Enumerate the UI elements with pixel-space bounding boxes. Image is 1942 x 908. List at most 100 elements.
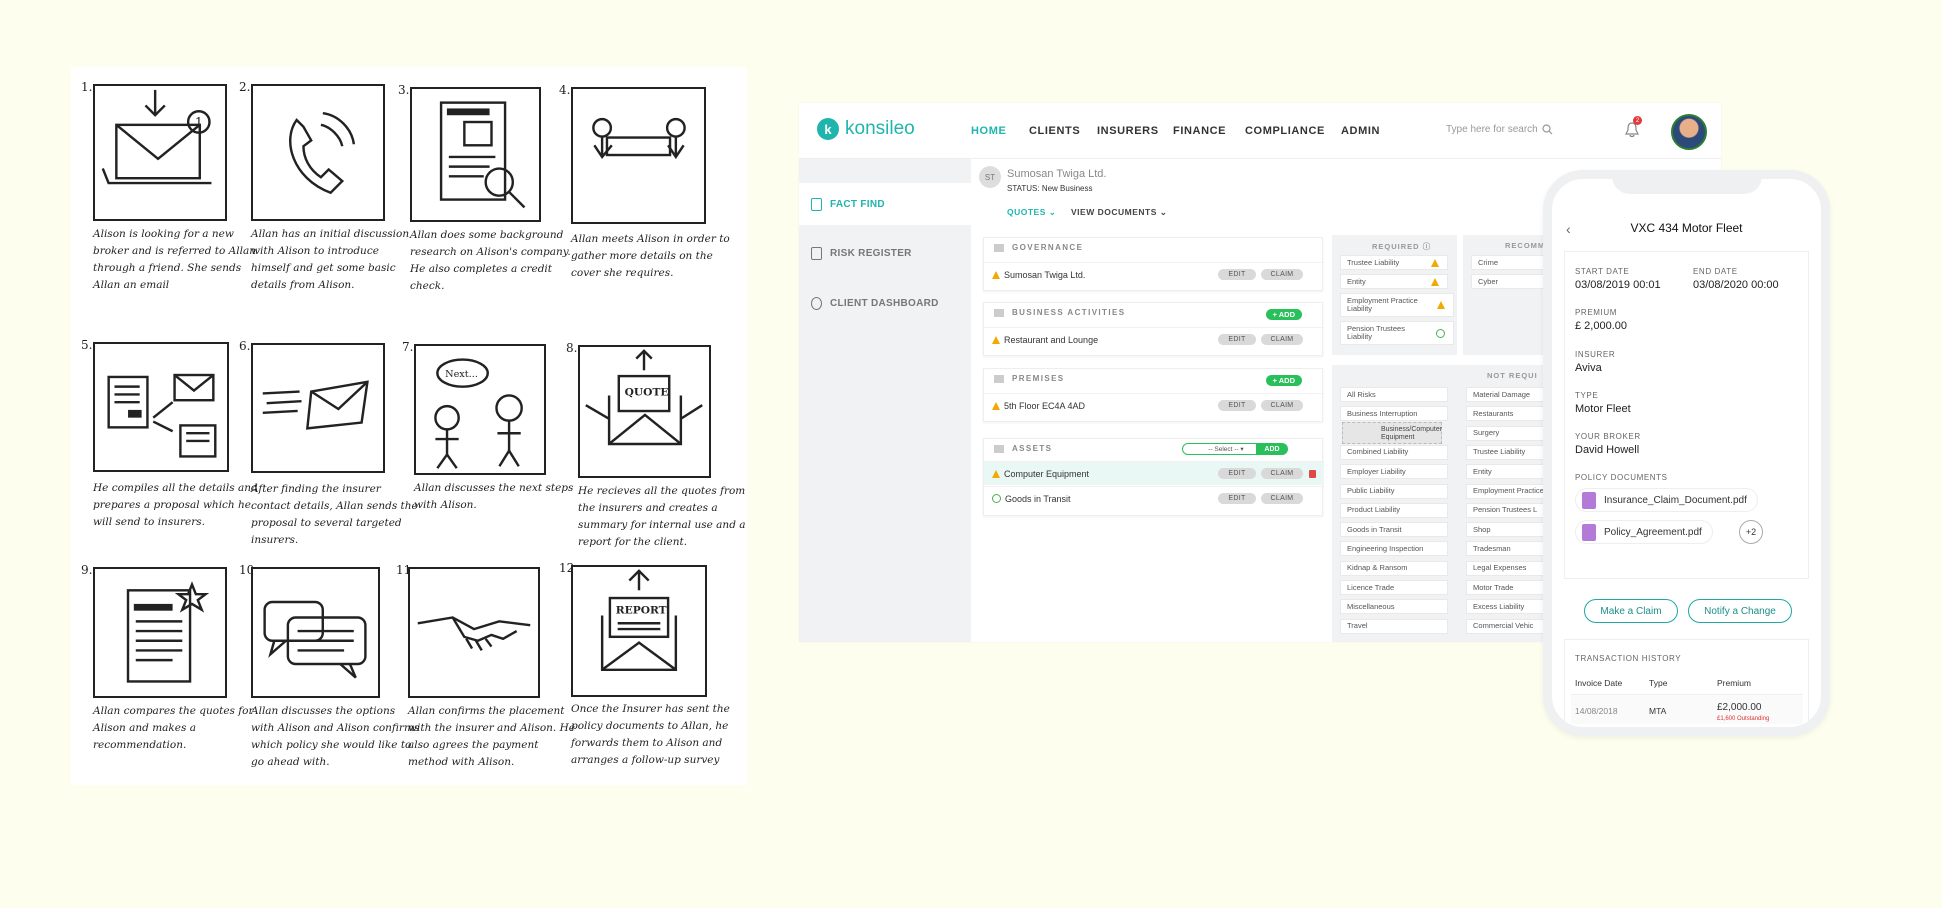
meeting-icon [571,87,706,224]
add-premises-button[interactable]: + ADD [1265,375,1302,386]
konsileo-logo[interactable]: k konsileo [817,118,915,140]
edit-button[interactable]: EDIT [1218,493,1256,504]
edit-button[interactable]: EDIT [1218,334,1256,345]
nav-clients[interactable]: CLIENTS [1029,125,1080,137]
warning-icon [992,469,1000,478]
notify-change-button[interactable]: Notify a Change [1688,599,1792,623]
nav-insurers[interactable]: INSURERS [1097,125,1159,137]
panel-number: 2. [239,80,251,94]
list-item[interactable]: Computer Equipment EDIT CLAIM [984,461,1324,485]
sidebar-item-risk-register[interactable]: RISK REGISTER [811,247,912,260]
column-header: Invoice Date [1575,678,1623,688]
dragging-item[interactable]: Business/Computer Equipment [1342,422,1442,444]
nav-admin[interactable]: ADMIN [1341,125,1380,137]
mobile-app: ‹ VXC 434 Motor Fleet START DATE 03/08/2… [1543,170,1830,736]
sidebar-item-fact-find[interactable]: FACT FIND [799,183,971,225]
panel-number: 4. [559,83,571,97]
not-required-item[interactable]: Travel [1340,618,1448,634]
nav-home[interactable]: HOME [971,125,1006,137]
claim-button[interactable]: CLAIM [1261,334,1303,345]
panel-number: 9. [81,563,93,577]
row-label: Goods in Transit [1005,493,1071,504]
claim-button[interactable]: CLAIM [1261,269,1303,280]
panel-caption: Allan compares the quotes for Alison and… [93,705,254,751]
not-required-item[interactable]: Kidnap & Ransom [1340,560,1448,576]
claim-button[interactable]: CLAIM [1261,468,1303,479]
risk-register-icon [811,247,822,260]
panel-caption: He compiles all the details and prepares… [93,482,258,528]
proposal-icon [93,342,229,472]
claim-button[interactable]: CLAIM [1261,400,1303,411]
list-item[interactable]: 5th Floor EC4A 4AD EDIT CLAIM [984,393,1324,417]
required-item[interactable]: Employment Practice Liability [1340,293,1454,317]
not-required-item[interactable]: Public Liability [1340,483,1448,499]
list-item[interactable]: Sumosan Twiga Ltd. EDIT CLAIM [984,262,1324,286]
panel-number: 8. [566,341,578,355]
document-link[interactable]: Policy_Agreement.pdf [1575,520,1713,544]
panel-number: 7. [402,340,414,354]
panel-caption: Allan does some background research on A… [410,229,571,292]
required-column: REQUIRED ⓘ Trustee Liability Entity Empl… [1332,235,1457,355]
phone-icon [251,84,385,221]
type-value: Motor Fleet [1575,403,1631,415]
required-item[interactable]: Trustee Liability [1340,255,1448,270]
tab-quotes[interactable]: QUOTES ⌄ [1007,207,1056,218]
governance-card: GOVERNANCE Sumosan Twiga Ltd. EDIT CLAIM [983,237,1324,291]
panel-caption: He recieves all the quotes from the insu… [578,485,746,548]
sidebar-item-label: FACT FIND [830,198,885,210]
logo-icon: k [817,118,839,140]
nav-compliance[interactable]: COMPLIANCE [1245,125,1325,137]
search-input[interactable]: Type here for search [1446,124,1553,135]
user-avatar[interactable] [1671,114,1707,150]
conversation-icon: Next... [414,344,546,475]
row-label: 5th Floor EC4A 4AD [1004,400,1086,411]
check-icon [1436,329,1445,338]
invoice-date: 14/08/2018 [1575,706,1618,716]
required-item[interactable]: Pension Trustees Liability [1340,321,1454,345]
section-header: ASSETS [994,444,1052,453]
chat-icon [251,567,380,698]
add-business-button[interactable]: + ADD [1265,309,1302,320]
outstanding-amount: £1,600 Outstanding [1717,716,1770,722]
warning-icon [992,270,1000,279]
send-email-icon [251,343,385,473]
assets-icon [994,444,1004,453]
sidebar-item-client-dashboard[interactable]: CLIENT DASHBOARD [811,297,939,310]
delete-icon[interactable] [1309,469,1316,478]
panel-caption: Once the Insurer has sent the policy doc… [571,703,730,766]
claim-button[interactable]: CLAIM [1261,493,1303,504]
not-required-item[interactable]: Product Liability [1340,502,1448,518]
notifications-bell-icon[interactable]: 2 [1625,116,1642,138]
not-required-item[interactable]: Business Interruption [1340,406,1448,422]
not-required-item[interactable]: Combined Liability [1340,444,1448,460]
nav-finance[interactable]: FINANCE [1173,125,1226,137]
required-item[interactable]: Entity [1340,274,1448,289]
add-asset-button[interactable]: ADD [1256,443,1288,455]
premises-card: PREMISES + ADD 5th Floor EC4A 4AD EDIT C… [983,368,1324,422]
broker-value: David Howell [1575,444,1640,456]
row-label: Sumosan Twiga Ltd. [1004,269,1086,280]
edit-button[interactable]: EDIT [1218,269,1256,280]
document-link[interactable]: Insurance_Claim_Document.pdf [1575,488,1758,512]
insurer-label: INSURER [1575,350,1616,359]
not-required-item[interactable]: All Risks [1340,387,1448,402]
email-icon: 1 [93,84,227,221]
panel-number: 1. [81,80,93,94]
list-item[interactable]: Goods in Transit EDIT CLAIM [984,486,1324,510]
edit-button[interactable]: EDIT [1218,400,1256,411]
not-required-item[interactable]: Engineering Inspection [1340,541,1448,557]
not-required-item[interactable]: Licence Trade [1340,580,1448,595]
broker-label: YOUR BROKER [1575,432,1641,441]
not-required-item[interactable]: Goods in Transit [1340,522,1448,538]
not-required-item[interactable]: Employer Liability [1340,464,1448,480]
not-required-item[interactable]: Miscellaneous [1340,599,1448,615]
bubble-text: Next... [445,369,478,380]
list-item[interactable]: Restaurant and Lounge EDIT CLAIM [984,327,1324,351]
make-claim-button[interactable]: Make a Claim [1584,599,1678,623]
tab-view-documents[interactable]: VIEW DOCUMENTS ⌄ [1071,207,1167,218]
info-icon: ⓘ [1422,242,1432,251]
more-documents-button[interactable]: +2 [1739,520,1763,544]
edit-button[interactable]: EDIT [1218,468,1256,479]
logo-text: konsileo [845,118,915,139]
recommendation-icon [93,567,227,698]
